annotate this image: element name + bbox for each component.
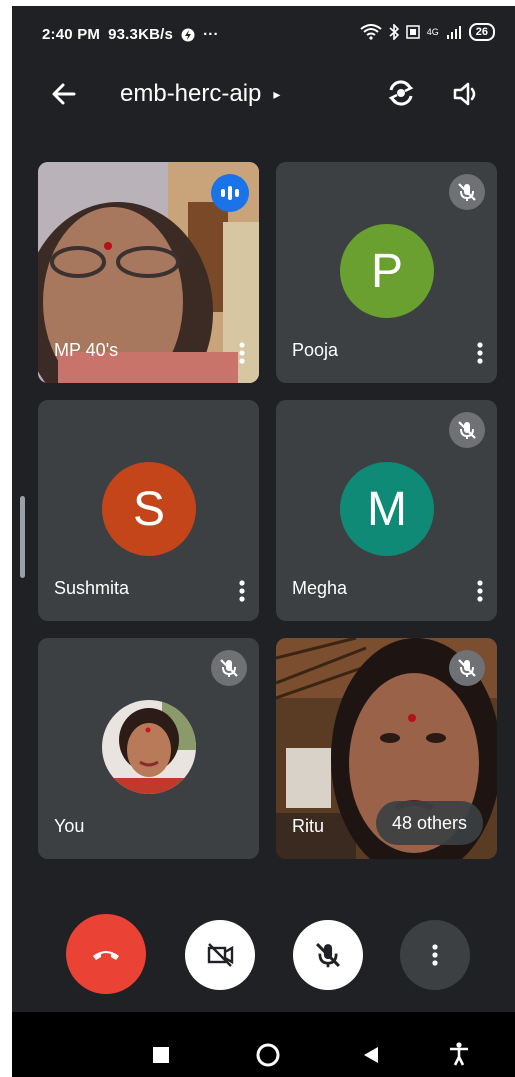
scroll-indicator[interactable] (20, 496, 25, 578)
phone-screen: 2:40 PM 93.3KB/s ··· 4G 26 emb-herc-aip … (12, 6, 515, 1077)
avatar: M (340, 462, 434, 556)
back-arrow-icon[interactable] (48, 78, 80, 110)
status-right: 4G 26 (360, 23, 495, 41)
home-icon[interactable] (255, 1042, 281, 1068)
more-vert-icon[interactable] (473, 341, 487, 365)
more-vert-icon (432, 944, 438, 966)
camera-toggle-button[interactable] (185, 920, 255, 990)
participant-name: Ritu (292, 816, 325, 836)
more-vert-icon[interactable] (473, 579, 487, 603)
meeting-title[interactable]: emb-herc-aip ▸ (120, 80, 280, 108)
participant-name: Pooja (292, 340, 339, 360)
participant-name: Megha (292, 578, 348, 598)
more-options-button[interactable] (400, 920, 470, 990)
status-left: 2:40 PM 93.3KB/s ··· (42, 26, 219, 43)
status-speed: 93.3KB/s (108, 26, 174, 43)
mic-off-icon (211, 650, 247, 686)
expand-caret-icon: ▸ (273, 85, 281, 102)
meeting-header: emb-herc-aip ▸ (12, 64, 515, 124)
status-time: 2:40 PM (42, 26, 101, 43)
participant-tile-pooja[interactable]: P Pooja (276, 162, 497, 383)
system-nav-bar (12, 1012, 515, 1077)
data-saver-icon (181, 28, 195, 41)
participant-tile-you[interactable]: You (38, 638, 259, 859)
recents-icon[interactable] (152, 1046, 170, 1064)
avatar (102, 700, 196, 794)
more-vert-icon[interactable] (235, 579, 249, 603)
end-call-button[interactable] (66, 914, 146, 994)
avatar: P (340, 224, 434, 318)
mic-off-icon (449, 412, 485, 448)
switch-camera-icon[interactable] (384, 76, 418, 110)
volte-icon (405, 25, 420, 39)
participant-tile-mp-40s[interactable]: MP 40's (38, 162, 259, 383)
status-bar: 2:40 PM 93.3KB/s ··· 4G 26 (12, 6, 515, 58)
accessibility-icon[interactable] (448, 1042, 470, 1066)
battery-icon: 26 (468, 23, 495, 41)
bluetooth-icon (389, 24, 399, 40)
meeting-code: emb-herc-aip (120, 80, 262, 107)
more-vert-icon[interactable] (235, 341, 249, 365)
participant-tile-sushmita[interactable]: S Sushmita (38, 400, 259, 621)
mic-off-icon (316, 943, 340, 968)
speaking-indicator-icon (211, 174, 249, 212)
call-end-icon (93, 951, 119, 960)
network-type: 4G (426, 27, 439, 37)
signal-icon (446, 26, 461, 39)
mic-toggle-button[interactable] (293, 920, 363, 990)
participant-tile-megha[interactable]: M Megha (276, 400, 497, 621)
back-icon[interactable] (362, 1045, 380, 1065)
participant-name: Sushmita (54, 578, 130, 598)
participant-name: MP 40's (54, 340, 119, 360)
speaker-icon[interactable] (450, 78, 482, 110)
videocam-off-icon (207, 943, 234, 967)
mic-off-icon (449, 174, 485, 210)
others-count-badge[interactable]: 48 others (375, 801, 483, 845)
wifi-icon (360, 24, 382, 40)
status-more: ··· (203, 26, 219, 43)
participant-name: You (54, 816, 85, 836)
avatar: S (102, 462, 196, 556)
participant-tile-ritu[interactable]: Ritu 48 others (276, 638, 497, 859)
mic-off-icon (449, 650, 485, 686)
